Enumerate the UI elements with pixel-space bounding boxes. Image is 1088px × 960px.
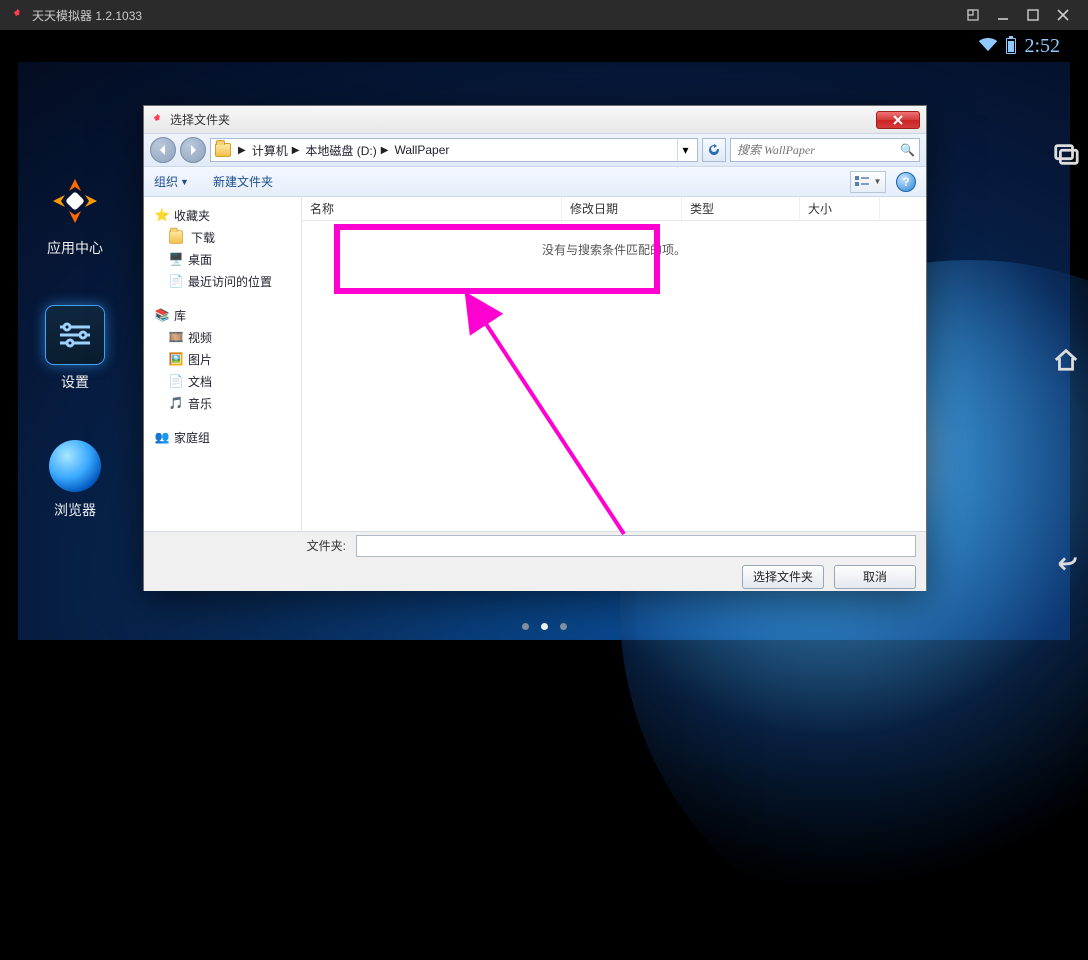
folder-label: 文件夹: <box>307 537 346 554</box>
col-size[interactable]: 大小 <box>800 197 880 220</box>
tree-music[interactable]: 🎵音乐 <box>168 393 297 413</box>
docs-icon: 📄 <box>168 373 184 389</box>
toolbar-organize[interactable]: 组织 ▼ <box>154 173 189 190</box>
breadcrumb-dropdown[interactable]: ▾ <box>677 139 693 161</box>
statusbar-clock: 2:52 <box>1024 35 1060 58</box>
navkey-home[interactable] <box>1052 345 1080 376</box>
pager-dot[interactable] <box>541 623 548 630</box>
folder-input[interactable] <box>356 535 916 557</box>
breadcrumb-bar[interactable]: ▶计算机 ▶本地磁盘 (D:) ▶WallPaper ▾ <box>210 138 698 162</box>
empty-message: 没有与搜索条件匹配的项。 <box>302 221 926 531</box>
app-appcenter[interactable]: 应用中心 <box>30 172 120 258</box>
navkey-back[interactable] <box>1052 549 1080 580</box>
crumb-computer[interactable]: 计算机 <box>252 142 288 159</box>
pictures-icon: 🖼️ <box>168 351 184 367</box>
nav-tree: ⭐收藏夹 下载 🖥️桌面 📄最近访问的位置 📚库 🎞️视频 🖼️图片 📄文档 🎵… <box>144 197 302 531</box>
col-date[interactable]: 修改日期 <box>562 197 682 220</box>
dialog-toolbar: 组织 ▼ 新建文件夹 ▼ ? <box>144 167 926 197</box>
crumb-folder[interactable]: WallPaper <box>394 143 449 157</box>
tree-favorites[interactable]: ⭐收藏夹 <box>154 205 297 225</box>
dialog-body: ⭐收藏夹 下载 🖥️桌面 📄最近访问的位置 📚库 🎞️视频 🖼️图片 📄文档 🎵… <box>144 197 926 531</box>
dialog-navrow: ▶计算机 ▶本地磁盘 (D:) ▶WallPaper ▾ 🔍 <box>144 134 926 167</box>
launcher-column: 应用中心 设置 浏览器 <box>30 172 120 520</box>
toolbar-help-button[interactable]: ? <box>896 172 916 192</box>
library-icon: 📚 <box>154 307 170 323</box>
wifi-icon <box>978 37 998 55</box>
video-icon: 🎞️ <box>168 329 184 345</box>
emu-tile-button[interactable] <box>958 0 988 30</box>
battery-icon <box>1006 38 1016 54</box>
file-pane: 名称 修改日期 类型 大小 没有与搜索条件匹配的项。 <box>302 197 926 531</box>
folder-icon <box>169 230 183 244</box>
refresh-button[interactable] <box>702 138 726 162</box>
emulator-titlebar: 天天模拟器 1.2.1033 <box>0 0 1088 30</box>
pager-dot[interactable] <box>560 623 567 630</box>
emu-minimize-button[interactable] <box>988 0 1018 30</box>
settings-icon <box>46 306 104 364</box>
search-box[interactable]: 🔍 <box>730 138 920 162</box>
column-headers: 名称 修改日期 类型 大小 <box>302 197 926 221</box>
emu-close-button[interactable] <box>1048 0 1078 30</box>
tree-video[interactable]: 🎞️视频 <box>168 327 297 347</box>
dialog-close-button[interactable] <box>876 111 920 129</box>
navkey-recent[interactable] <box>1052 140 1080 171</box>
toolbar-newfolder[interactable]: 新建文件夹 <box>213 173 273 190</box>
music-icon: 🎵 <box>168 395 184 411</box>
pager-dot[interactable] <box>522 623 529 630</box>
android-statusbar: 2:52 <box>18 30 1070 62</box>
tree-recent[interactable]: 📄最近访问的位置 <box>168 271 297 291</box>
appcenter-icon <box>46 172 104 230</box>
homegroup-icon: 👥 <box>154 429 170 445</box>
emulator-logo-icon <box>10 8 24 22</box>
tree-library[interactable]: 📚库 <box>154 305 297 325</box>
dialog-footer: 文件夹: 选择文件夹 取消 <box>144 531 926 591</box>
dialog-title: 选择文件夹 <box>170 111 230 128</box>
app-label: 浏览器 <box>54 500 96 520</box>
app-browser[interactable]: 浏览器 <box>30 440 120 520</box>
toolbar-view-button[interactable]: ▼ <box>850 171 886 193</box>
search-input[interactable] <box>735 142 900 159</box>
page-indicator <box>18 623 1070 630</box>
emulator-title: 天天模拟器 1.2.1033 <box>32 7 142 24</box>
search-icon: 🔍 <box>900 143 915 157</box>
nav-forward-button[interactable] <box>180 137 206 163</box>
tree-homegroup[interactable]: 👥家庭组 <box>154 427 297 447</box>
folder-dialog: 选择文件夹 ▶计算机 ▶本地磁盘 (D:) ▶WallPaper ▾ 🔍 组织 … <box>143 105 927 591</box>
app-settings[interactable]: 设置 <box>30 306 120 392</box>
tree-desktop[interactable]: 🖥️桌面 <box>168 249 297 269</box>
cancel-button[interactable]: 取消 <box>834 565 916 589</box>
folder-icon <box>215 143 231 157</box>
col-name[interactable]: 名称 <box>302 197 562 220</box>
dialog-app-icon <box>150 113 164 127</box>
tree-docs[interactable]: 📄文档 <box>168 371 297 391</box>
recent-icon: 📄 <box>168 273 184 289</box>
tree-downloads[interactable]: 下载 <box>168 227 297 247</box>
crumb-drive[interactable]: 本地磁盘 (D:) <box>305 142 376 159</box>
dialog-titlebar[interactable]: 选择文件夹 <box>144 106 926 134</box>
nav-back-button[interactable] <box>150 137 176 163</box>
col-type[interactable]: 类型 <box>682 197 800 220</box>
desktop-icon: 🖥️ <box>168 251 184 267</box>
emu-maximize-button[interactable] <box>1018 0 1048 30</box>
android-navkeys <box>1036 140 1088 580</box>
star-icon: ⭐ <box>154 207 170 223</box>
app-label: 应用中心 <box>47 238 103 258</box>
select-folder-button[interactable]: 选择文件夹 <box>742 565 824 589</box>
app-label: 设置 <box>61 372 89 392</box>
browser-icon <box>49 440 101 492</box>
tree-pictures[interactable]: 🖼️图片 <box>168 349 297 369</box>
